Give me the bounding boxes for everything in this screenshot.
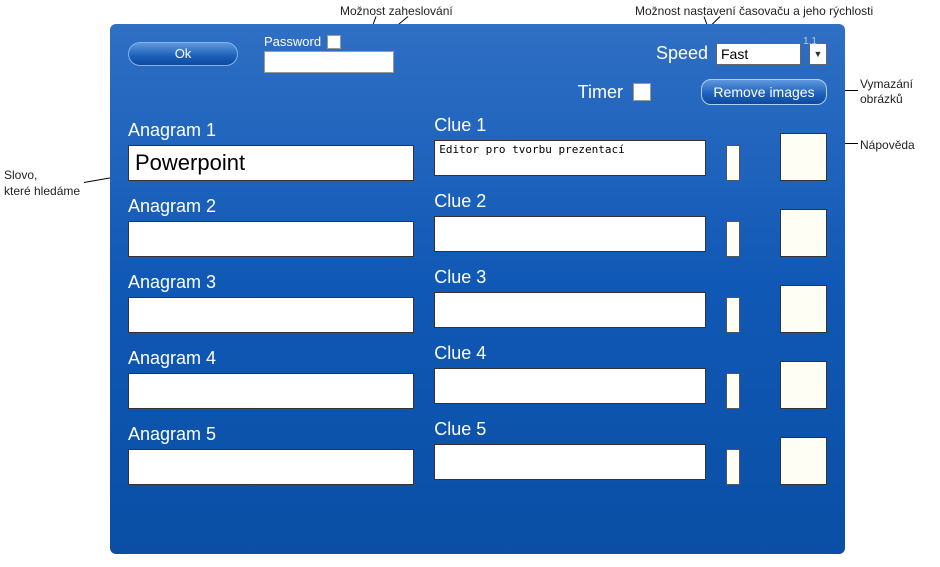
image-slot[interactable] — [780, 209, 827, 257]
anagram-row: Anagram 1 Clue 1 — [128, 115, 827, 181]
anagram-input[interactable] — [128, 297, 414, 333]
color-swatch[interactable] — [726, 221, 740, 257]
password-label: Password — [264, 34, 321, 49]
annotation-password: Možnost zaheslování — [340, 4, 453, 18]
clue-label: Clue 2 — [434, 191, 705, 212]
annotation-remove-l1: Vymazání — [860, 77, 913, 91]
annotation-timer: Možnost nastavení časovaču a jeho rýchlo… — [635, 4, 873, 18]
image-slot[interactable] — [780, 437, 827, 485]
timer-checkbox[interactable] — [633, 83, 651, 101]
password-input[interactable] — [264, 51, 394, 73]
ok-button[interactable]: Ok — [128, 42, 238, 66]
anagram-row: Anagram 5 Clue 5 — [128, 419, 827, 485]
anagram-input[interactable] — [128, 373, 414, 409]
anagram-label: Anagram 3 — [128, 272, 414, 293]
clue-label: Clue 4 — [434, 343, 705, 364]
annotation-word-l2: které hledáme — [4, 184, 80, 198]
version-label: 1.1 — [803, 36, 817, 47]
password-checkbox[interactable] — [327, 35, 341, 49]
timer-row: Timer Remove images — [128, 79, 827, 105]
annotation-word-l1: Slovo, — [4, 168, 37, 182]
anagram-row: Anagram 3 Clue 3 — [128, 267, 827, 333]
anagram-input[interactable] — [128, 449, 414, 485]
color-swatch[interactable] — [726, 449, 740, 485]
anagram-label: Anagram 5 — [128, 424, 414, 445]
speed-select[interactable]: Fast — [716, 43, 801, 65]
anagram-row: Anagram 4 Clue 4 — [128, 343, 827, 409]
timer-label: Timer — [578, 82, 623, 103]
color-swatch[interactable] — [726, 145, 740, 181]
remove-images-button[interactable]: Remove images — [701, 79, 827, 105]
speed-label: Speed — [656, 43, 708, 64]
anagram-row: Anagram 2 Clue 2 — [128, 191, 827, 257]
color-swatch[interactable] — [726, 373, 740, 409]
clue-label: Clue 1 — [434, 115, 705, 136]
clue-input[interactable] — [434, 216, 705, 252]
anagram-label: Anagram 4 — [128, 348, 414, 369]
anagram-label: Anagram 2 — [128, 196, 414, 217]
settings-panel: 1.1 Ok Password Speed Fast ▼ Timer Remov… — [110, 24, 845, 554]
anagram-label: Anagram 1 — [128, 120, 414, 141]
clue-input[interactable] — [434, 140, 705, 176]
anagram-input[interactable] — [128, 145, 414, 181]
annotation-remove-l2: obrázků — [860, 92, 903, 106]
clue-input[interactable] — [434, 292, 705, 328]
color-swatch[interactable] — [726, 297, 740, 333]
image-slot[interactable] — [780, 361, 827, 409]
annotation-help: Nápověda — [860, 138, 915, 152]
speed-area: Speed Fast ▼ — [656, 43, 827, 65]
anagram-input[interactable] — [128, 221, 414, 257]
clue-label: Clue 3 — [434, 267, 705, 288]
top-toolbar: Ok Password Speed Fast ▼ — [128, 34, 827, 73]
clue-input[interactable] — [434, 368, 705, 404]
image-slot[interactable] — [780, 133, 827, 181]
clue-label: Clue 5 — [434, 419, 705, 440]
image-slot[interactable] — [780, 285, 827, 333]
password-area: Password — [264, 34, 394, 73]
clue-input[interactable] — [434, 444, 705, 480]
